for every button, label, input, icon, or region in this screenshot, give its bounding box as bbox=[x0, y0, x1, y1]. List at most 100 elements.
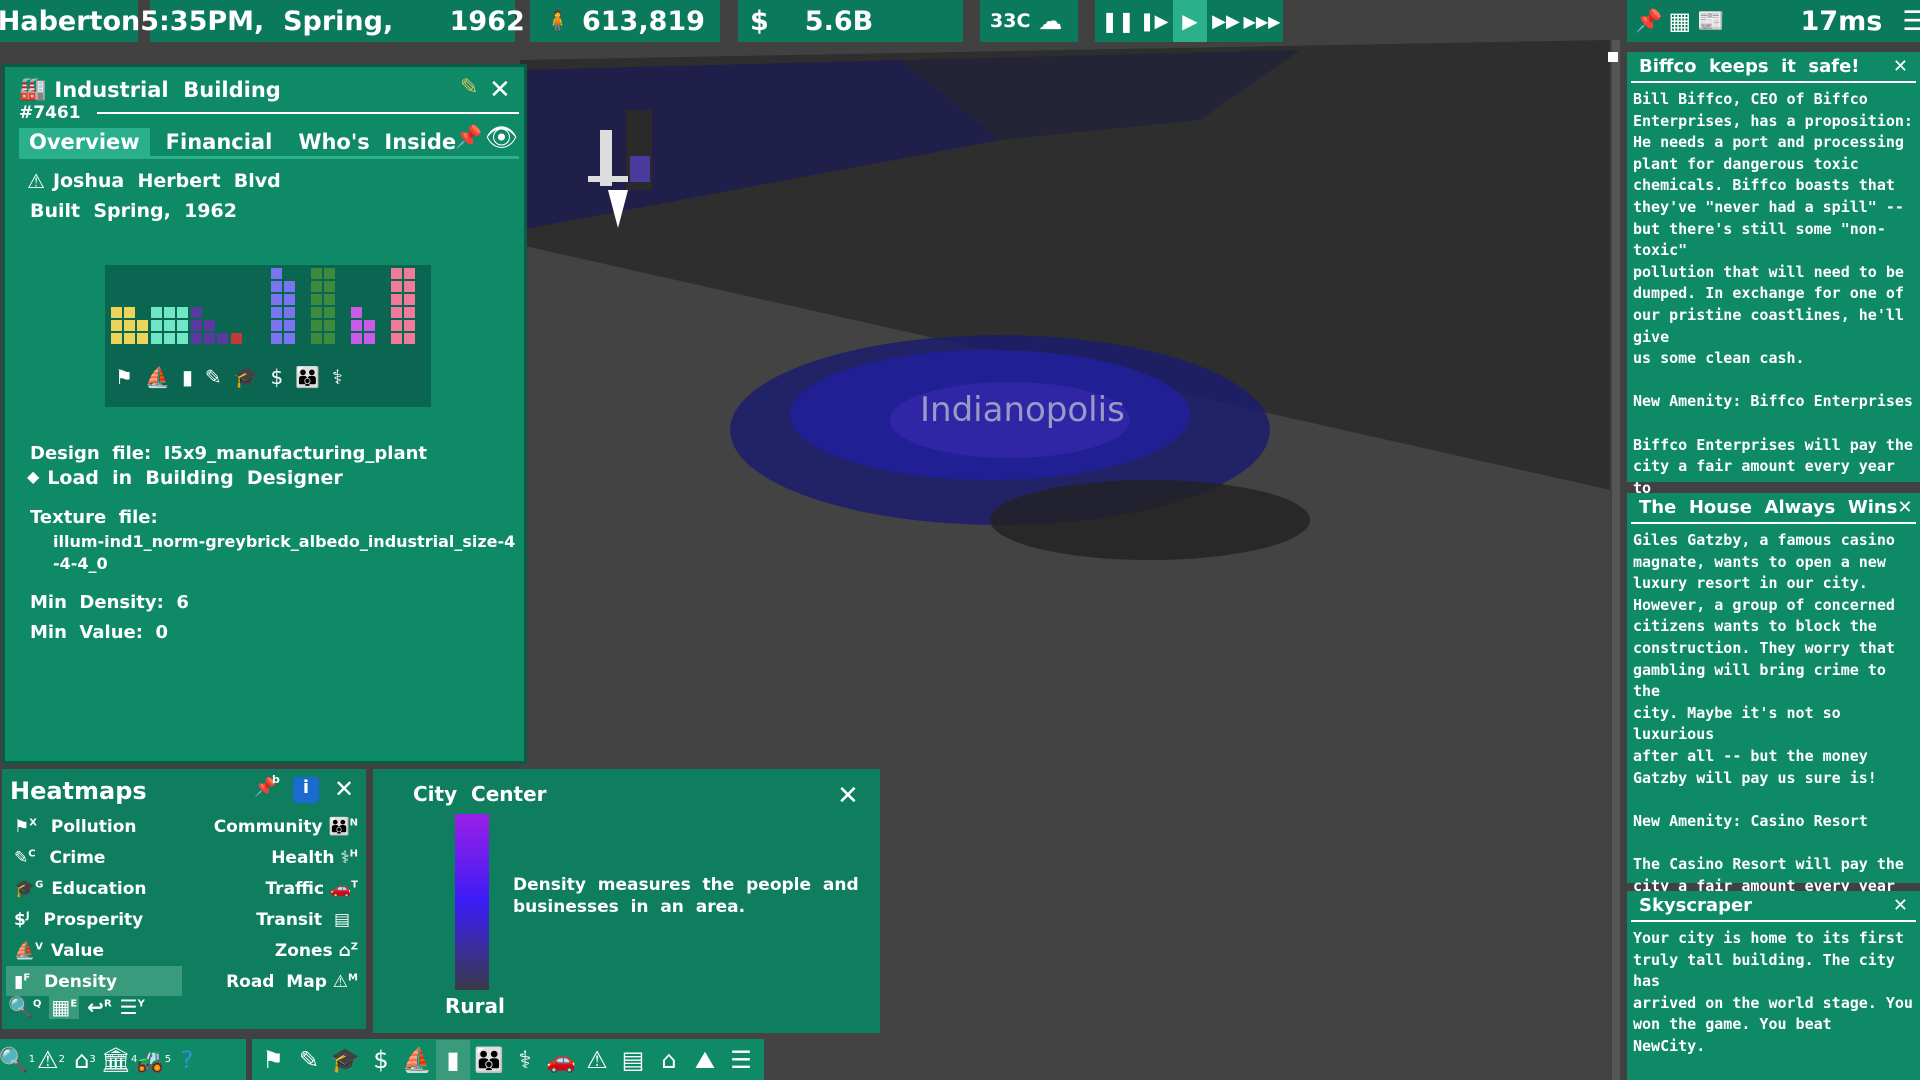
zone-tool-button[interactable]: ⌂ 3 bbox=[68, 1040, 102, 1080]
heatmap-traffic[interactable]: Traffic 🚗T bbox=[265, 879, 358, 899]
min-value: Min Value: 0 bbox=[30, 622, 168, 643]
query-button[interactable]: 🔍 1 bbox=[0, 1040, 35, 1080]
newspaper-icon[interactable]: 📰 bbox=[1697, 9, 1724, 34]
legend-title: City Center bbox=[413, 782, 547, 806]
building-id: #7461 bbox=[19, 103, 81, 123]
grid-tool[interactable]: ▦E bbox=[49, 995, 80, 1019]
heatmap-density[interactable]: ▮F Density bbox=[6, 966, 182, 996]
date-time: 5:35PM, Spring, 1962 bbox=[140, 5, 525, 37]
crime-icon: ✎ bbox=[204, 365, 222, 389]
terrain-icon[interactable]: ⛰ bbox=[688, 1040, 722, 1080]
legend-bottom-label: Rural bbox=[445, 994, 505, 1018]
tab-financial[interactable]: Financial bbox=[156, 128, 283, 156]
stats-icons: ⚑ ⛵ ▮ ✎ 🎓 $ 👪 ⚕ bbox=[115, 365, 343, 389]
info-icon[interactable]: i bbox=[293, 777, 319, 803]
close-icon[interactable]: ✕ bbox=[334, 775, 354, 803]
step-button[interactable]: ❚▶ bbox=[1137, 1, 1171, 41]
stats-chart: ⚑ ⛵ ▮ ✎ 🎓 $ 👪 ⚕ bbox=[105, 265, 431, 407]
tab-whos-inside[interactable]: Who's Inside bbox=[288, 128, 466, 156]
edit-icon[interactable]: ✎ bbox=[460, 75, 478, 100]
rain-cloud-icon: ☁ bbox=[1038, 7, 1063, 35]
education-icon: 🎓 bbox=[233, 365, 259, 389]
heatmap-education[interactable]: 🎓G Education bbox=[14, 879, 146, 899]
money-box[interactable]: $ 5.6B bbox=[738, 0, 963, 42]
community-icon: 👪 bbox=[295, 365, 321, 389]
pause-button[interactable]: ❚❚ bbox=[1101, 1, 1135, 41]
density-icon: ▮ bbox=[14, 972, 24, 992]
person-icon: 🧍 bbox=[545, 9, 570, 33]
eye-icon[interactable]: 👁 bbox=[485, 123, 518, 153]
city-label[interactable]: Indianopolis bbox=[920, 390, 1125, 430]
crime-icon[interactable]: ✎ bbox=[292, 1040, 326, 1080]
news-body: Your city is home to its first truly tal… bbox=[1633, 929, 1913, 1055]
help-button[interactable]: ? bbox=[170, 1040, 204, 1080]
density-icon: ▮ bbox=[181, 365, 193, 389]
list-tool[interactable]: ☰Y bbox=[120, 995, 145, 1019]
prosperity-icon: $ bbox=[270, 365, 284, 389]
query-tool[interactable]: 🔍Q bbox=[8, 995, 41, 1019]
heatmap-health[interactable]: Health ⚕H bbox=[271, 848, 358, 868]
close-icon[interactable]: ✕ bbox=[1893, 895, 1908, 916]
fast-forward-button[interactable]: ▶▶ bbox=[1209, 1, 1243, 41]
heatmaps-title: Heatmaps bbox=[10, 777, 147, 805]
amenity-tool-button[interactable]: 🏛 4 bbox=[101, 1040, 138, 1080]
heatmap-transit[interactable]: Transit ▤ bbox=[256, 910, 350, 930]
bulldoze-button[interactable]: 🚜 5 bbox=[135, 1040, 171, 1080]
heatmap-value[interactable]: ⛵V Value bbox=[14, 941, 104, 961]
menu-icon[interactable]: ☰ bbox=[1902, 6, 1920, 37]
load-designer-link[interactable]: ◆ Load in Building Designer bbox=[27, 467, 343, 489]
heatmap-road-map[interactable]: Road Map ⚠M bbox=[226, 972, 358, 992]
frame-time: 17ms bbox=[1800, 5, 1883, 37]
city-name-box[interactable]: Haberton bbox=[0, 0, 140, 42]
close-icon[interactable]: ✕ bbox=[1893, 56, 1908, 77]
pin-icon[interactable]: 📌 bbox=[1635, 9, 1662, 34]
fastest-button[interactable]: ▶▶▶ bbox=[1244, 1, 1281, 41]
min-density: Min Density: 6 bbox=[30, 592, 189, 613]
speed-controls: ❚❚ ❚▶ ▶ ▶▶ ▶▶▶ bbox=[1095, 0, 1283, 42]
list-icon[interactable]: ☰ bbox=[724, 1040, 758, 1080]
tab-overview[interactable]: Overview bbox=[19, 128, 150, 156]
education-icon[interactable]: 🎓 bbox=[328, 1040, 362, 1080]
population-value: 613,819 bbox=[581, 5, 705, 37]
grid-icon[interactable]: ▦ bbox=[1668, 7, 1691, 35]
density-icon[interactable]: ▮ bbox=[436, 1039, 470, 1080]
bus-icon[interactable]: ▤ bbox=[616, 1040, 650, 1080]
value-icon[interactable]: ⛵ bbox=[400, 1040, 434, 1080]
pin-icon[interactable]: 📌 bbox=[455, 125, 482, 150]
news-title-bar: Biffco keeps it safe! ✕ bbox=[1631, 52, 1916, 83]
heatmap-zones[interactable]: Zones ⌂Z bbox=[275, 941, 358, 961]
news-body: Bill Biffco, CEO of Biffco Enterprises, … bbox=[1633, 90, 1913, 540]
health-icon[interactable]: ⚕ bbox=[508, 1040, 542, 1080]
legend-panel: City Center ✕ Rural Density measures the… bbox=[373, 769, 880, 1033]
road-line[interactable]: ⚠ Joshua Herbert Blvd bbox=[27, 169, 281, 193]
play-button[interactable]: ▶ bbox=[1173, 0, 1207, 42]
car-icon[interactable]: 🚗 bbox=[544, 1040, 578, 1080]
community-icon: 👪 bbox=[328, 817, 350, 837]
heatmap-pollution[interactable]: ⚑X Pollution bbox=[14, 817, 137, 837]
weather-box[interactable]: 33C ☁ bbox=[980, 0, 1078, 42]
population-box[interactable]: 🧍 613,819 bbox=[530, 0, 720, 42]
title-underline bbox=[97, 112, 519, 114]
close-icon[interactable]: ✕ bbox=[489, 75, 511, 105]
news-body: Giles Gatzby, a famous casino magnate, w… bbox=[1633, 531, 1904, 938]
health-icon: ⚕ bbox=[332, 365, 343, 389]
building-title: Industrial Building bbox=[54, 77, 281, 102]
close-icon[interactable]: ✕ bbox=[837, 781, 859, 811]
city-skyline-marker[interactable] bbox=[580, 110, 670, 230]
close-icon[interactable]: ✕ bbox=[1897, 497, 1912, 518]
road-tool-button[interactable]: ⚠ 2 bbox=[34, 1040, 68, 1080]
house-icon[interactable]: ⌂ bbox=[652, 1040, 686, 1080]
heatmap-crime[interactable]: ✎C Crime bbox=[14, 848, 105, 868]
road-icon[interactable]: ⚠ bbox=[580, 1040, 614, 1080]
texture-label: Texture file: bbox=[30, 507, 158, 528]
health-icon: ⚕ bbox=[340, 848, 350, 868]
community-icon[interactable]: 👪 bbox=[472, 1040, 506, 1080]
heatmap-community[interactable]: Community 👪N bbox=[214, 817, 358, 837]
prosperity-icon[interactable]: $ bbox=[364, 1040, 398, 1080]
back-tool[interactable]: ↩R bbox=[87, 995, 111, 1019]
density-gradient bbox=[455, 814, 489, 990]
news-title-bar: Skyscraper ✕ bbox=[1631, 891, 1916, 922]
pollution-icon[interactable]: ⚑ bbox=[256, 1040, 290, 1080]
bottom-toolbar-right: ⚑ ✎ 🎓 $ ⛵ ▮ 👪 ⚕ 🚗 ⚠ ▤ ⌂ ⛰ ☰ bbox=[252, 1039, 764, 1080]
heatmap-prosperity[interactable]: $J Prosperity bbox=[14, 910, 143, 930]
